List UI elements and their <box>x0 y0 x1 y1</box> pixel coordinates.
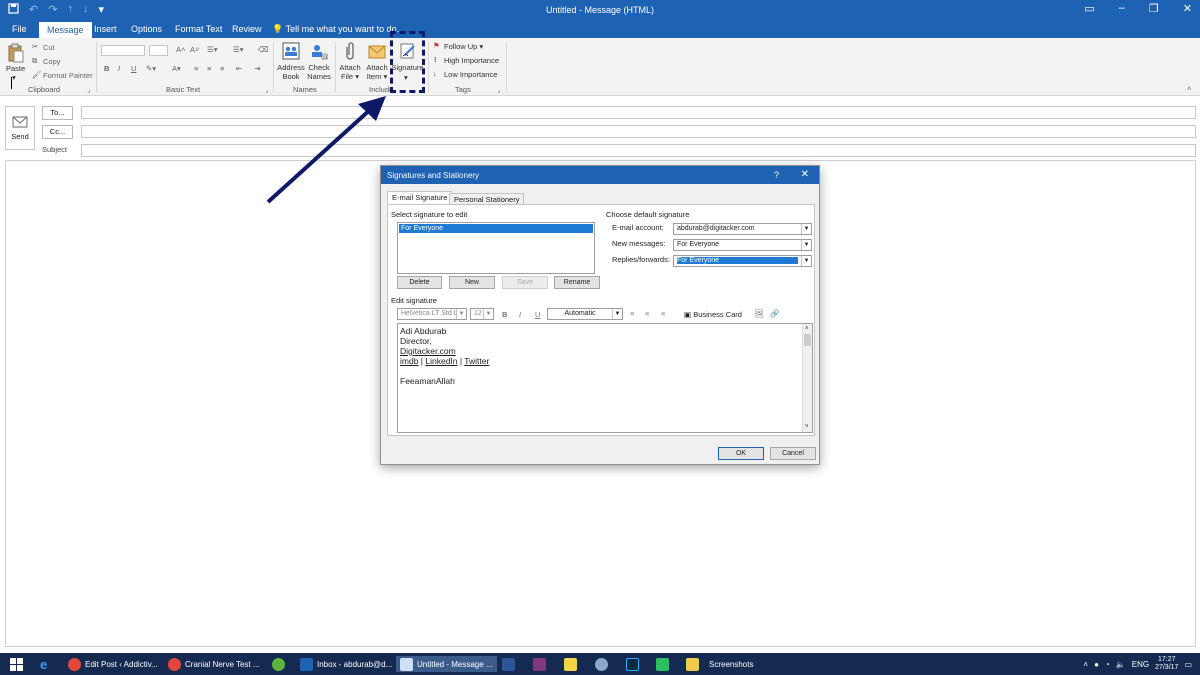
scroll-down-icon: ˅ <box>805 424 809 430</box>
chrome-icon <box>68 657 81 671</box>
dialog-title-bar: Signatures and Stationery ? ✕ <box>381 166 819 184</box>
signatures-dialog: Signatures and Stationery ? ✕ E-mail Sig… <box>380 165 820 465</box>
taskbar-item-screenshots[interactable]: Screenshots <box>686 656 753 672</box>
insert-hyperlink-icon[interactable]: 🔗 <box>770 309 779 318</box>
tab-email-signature[interactable]: E-mail Signature <box>387 191 453 205</box>
align-center-icon[interactable]: ≡ <box>645 309 649 318</box>
select-signature-label: Select signature to edit <box>391 210 468 219</box>
insert-picture-icon[interactable]: 🖼 <box>754 309 764 318</box>
taskbar-item-untitled-message[interactable]: Untitled - Message ... <box>396 656 497 672</box>
chevron-down-icon: ▼ <box>801 240 811 250</box>
list-item[interactable]: For Everyone <box>399 224 593 233</box>
signature-editor[interactable]: Adi Abdurab Director, Digitacker.com imd… <box>397 323 813 433</box>
taskbar-item-outlook-inbox[interactable]: Inbox - abdurab@d... <box>300 656 392 672</box>
signature-list[interactable]: For Everyone <box>397 222 595 274</box>
tray-app-icon[interactable]: ● <box>1094 660 1099 669</box>
dialog-close-icon[interactable]: ✕ <box>801 169 809 180</box>
taskbar-item-chrome-2[interactable]: Cranial Nerve Test ... <box>168 656 260 672</box>
choose-default-heading: Choose default signature <box>606 210 690 219</box>
delete-button[interactable]: Delete <box>397 276 442 289</box>
email-account-select[interactable]: abdurab@digitacker.com ▼ <box>673 223 812 235</box>
twitter-link[interactable]: Twitter <box>464 356 489 366</box>
signature-name: Adi Abdurab <box>400 326 447 336</box>
italic-button[interactable]: I <box>519 310 521 319</box>
taskbar-item-chrome-1[interactable]: Edit Post ‹ Addictiv... <box>68 656 158 672</box>
chevron-down-icon: ▼ <box>483 309 493 319</box>
cancel-button[interactable]: Cancel <box>770 447 816 460</box>
dialog-title: Signatures and Stationery <box>387 171 480 180</box>
chrome-icon <box>168 657 181 671</box>
editor-scrollbar[interactable]: ˄ ˅ <box>802 324 812 432</box>
rename-button[interactable]: Rename <box>554 276 600 289</box>
edge-icon[interactable]: e <box>40 656 47 672</box>
save-button[interactable]: Save <box>502 276 548 289</box>
taskbar: e Edit Post ‹ Addictiv... Cranial Nerve … <box>0 653 1200 675</box>
email-account-label: E-mail account: <box>612 223 664 232</box>
align-left-icon[interactable]: ≡ <box>630 309 634 318</box>
message-icon <box>400 657 413 671</box>
scroll-thumb[interactable] <box>804 334 811 346</box>
font-select[interactable]: Helvetica LT Std Li ▼ <box>397 308 467 320</box>
chevron-down-icon: ▼ <box>801 224 811 234</box>
underline-button[interactable]: U <box>535 310 540 319</box>
email-signature-panel: Select signature to edit For Everyone De… <box>387 204 815 436</box>
system-tray: ˄ ● ◔ 🔈 ENG 17:27 27/3/17 ▭ <box>1083 653 1200 675</box>
language-indicator[interactable]: ENG <box>1132 660 1149 669</box>
font-size-select[interactable]: 12 ▼ <box>470 308 494 320</box>
new-messages-select[interactable]: For Everyone ▼ <box>673 239 812 251</box>
folder-icon <box>686 657 699 671</box>
help-button[interactable]: ? <box>774 170 779 180</box>
business-card-button[interactable]: ▣ Business Card <box>684 310 742 319</box>
start-button[interactable] <box>10 656 23 672</box>
bold-button[interactable]: B <box>502 310 507 319</box>
show-hidden-icons-icon[interactable]: ˄ <box>1083 660 1088 669</box>
windows-icon <box>10 657 23 671</box>
chevron-down-icon: ▼ <box>801 256 811 266</box>
signature-closing: FeeamanAllah <box>400 376 455 386</box>
scroll-up-icon: ˄ <box>805 326 809 332</box>
onenote-icon[interactable] <box>533 656 546 672</box>
evernote-icon[interactable] <box>656 656 669 672</box>
linkedin-link[interactable]: LinkedIn <box>425 356 457 366</box>
new-button[interactable]: New <box>449 276 495 289</box>
chevron-down-icon: ▼ <box>612 309 622 319</box>
notifications-icon[interactable]: ▭ <box>1184 660 1192 669</box>
word-icon[interactable] <box>502 656 515 672</box>
new-messages-label: New messages: <box>612 239 666 248</box>
signature-site-link[interactable]: Digitacker.com <box>400 346 456 356</box>
clock[interactable]: 17:27 27/3/17 <box>1155 656 1178 672</box>
outlook-icon <box>300 657 313 671</box>
replies-forwards-label: Replies/forwards: <box>612 255 670 264</box>
edit-signature-label: Edit signature <box>391 296 437 305</box>
sticky-notes-icon[interactable] <box>564 656 577 672</box>
chevron-down-icon: ▼ <box>456 309 466 319</box>
utorrent-icon[interactable] <box>272 656 285 672</box>
network-icon[interactable]: ◔ <box>1105 660 1110 669</box>
align-right-icon[interactable]: ≡ <box>661 309 665 318</box>
color-select[interactable]: Automatic ▼ <box>547 308 623 320</box>
volume-icon[interactable]: 🔈 <box>1116 660 1126 669</box>
replies-forwards-select[interactable]: For Everyone ▼ <box>673 255 812 267</box>
signature-role: Director, <box>400 336 432 346</box>
app-icon[interactable] <box>595 656 608 672</box>
imdb-link[interactable]: imdb <box>400 356 418 366</box>
business-card-icon: ▣ <box>684 310 692 319</box>
photoshop-icon[interactable] <box>626 656 639 672</box>
ok-button[interactable]: OK <box>718 447 764 460</box>
